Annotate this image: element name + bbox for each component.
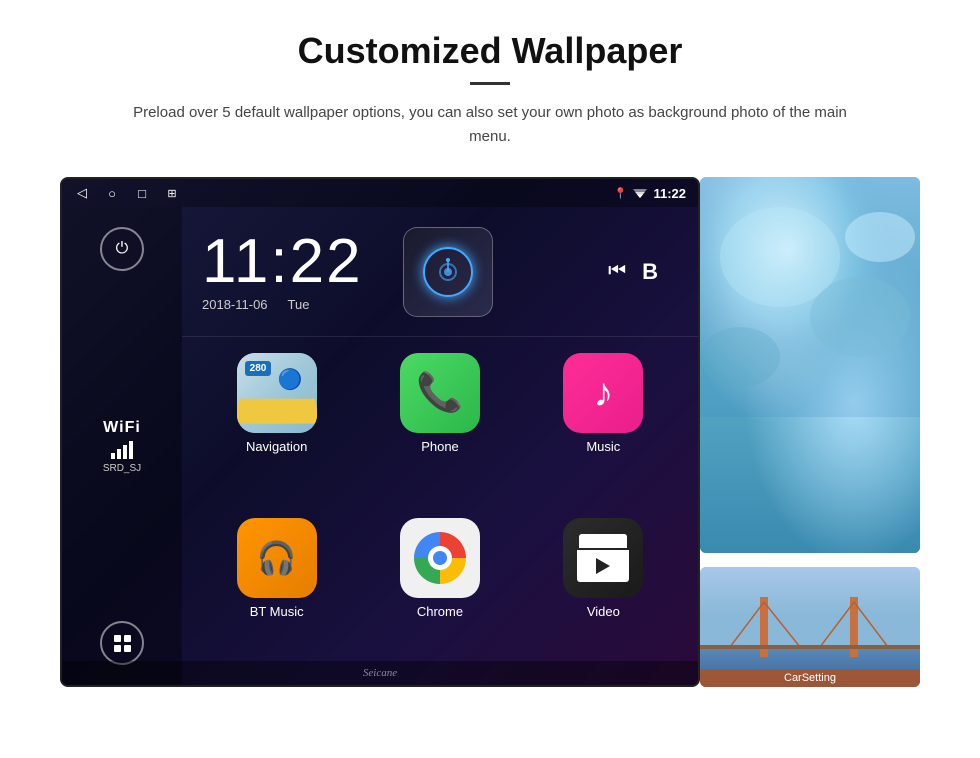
wallpaper-previews: CarSetting [700,177,920,687]
app-item-video[interactable]: Video [529,518,678,669]
bluetooth-icon: 🎧 [257,539,297,577]
location-icon: 📍 [614,187,628,200]
phone-icon: 📞 [416,371,463,415]
wifi-signal-icon [633,186,647,201]
wifi-widget: WiFi SRD_SJ [103,419,141,474]
play-triangle [596,558,610,574]
device-container: ◁ ○ □ ⊞ 📍 11:22 [60,177,920,687]
wifi-bar-4 [129,441,133,459]
gap-spacer [700,557,920,563]
power-button[interactable]: ⏻ [100,227,144,271]
screenshot-nav-icon[interactable]: ⊞ [164,185,180,201]
track-letter-b: B [642,259,658,285]
clock-time: 11:22 [202,231,363,293]
status-bar: ◁ ○ □ ⊞ 📍 11:22 [62,179,698,207]
apps-grid-button[interactable] [100,621,144,665]
clap-bottom [577,550,629,582]
chrome-center [428,546,452,570]
music-controls: ⏮ B [608,259,678,285]
page-description: Preload over 5 default wallpaper options… [130,101,850,149]
chrome-ring [414,532,466,584]
ice-cave-svg [700,177,920,417]
page-title: Customized Wallpaper [298,30,683,72]
navigation-app-icon: 280 🔵 [237,353,317,433]
chrome-app-icon [400,518,480,598]
apps-section: 280 🔵 Navigation 📞 Phone [182,337,698,685]
device-screen: ◁ ○ □ ⊞ 📍 11:22 [60,177,700,687]
apps-dot [114,645,121,652]
apps-dot [124,645,131,652]
status-bar-right: 📍 11:22 [614,186,686,201]
nav-badge: 280 [245,361,272,376]
chrome-inner [433,551,447,565]
status-bar-nav-icons: ◁ ○ □ ⊞ [74,185,180,201]
clap-stripe [619,534,627,548]
power-icon: ⏻ [116,240,129,258]
app-item-music[interactable]: ♪ Music [529,353,678,504]
center-area: 11:22 2018-11-06 Tue [182,207,698,685]
clock-date: 2018-11-06 Tue [202,297,363,312]
navigation-app-label: Navigation [246,439,307,454]
carsetting-label[interactable]: CarSetting [700,669,920,687]
nav-pin-icon: 🔵 [278,367,303,392]
page-container: Customized Wallpaper Preload over 5 defa… [0,0,980,758]
home-nav-icon[interactable]: ○ [104,185,120,201]
phone-app-label: Phone [421,439,459,454]
bottom-bar: Seicane [62,661,698,685]
watermark-text: Seicane [363,667,397,679]
recent-nav-icon[interactable]: □ [134,185,150,201]
signal-inner-icon [423,247,473,297]
status-time: 11:22 [653,186,686,201]
signal-app-icon[interactable] [403,227,493,317]
clap-stripe [611,534,619,548]
wallpaper-preview-bridge[interactable]: CarSetting [700,567,920,687]
wifi-bar-1 [111,453,115,459]
wifi-bar-3 [123,445,127,459]
wifi-ssid: SRD_SJ [103,463,141,474]
clock-date-value: 2018-11-06 [202,297,268,312]
left-sidebar: ⏻ WiFi SRD_SJ [62,207,182,685]
title-divider [470,82,510,85]
clap-stripe [603,534,611,548]
app-item-phone[interactable]: 📞 Phone [365,353,514,504]
music-app-icon: ♪ [563,353,643,433]
phone-app-icon: 📞 [400,353,480,433]
clock-section: 11:22 2018-11-06 Tue [182,207,698,337]
app-item-navigation[interactable]: 280 🔵 Navigation [202,353,351,504]
nav-road [237,399,317,424]
app-item-chrome[interactable]: Chrome [365,518,514,669]
clock-day-value: Tue [288,297,310,312]
prev-track-icon[interactable]: ⏮ [608,260,626,283]
btmusic-app-label: BT Music [250,604,304,619]
wifi-bars [111,441,133,459]
wifi-label: WiFi [103,419,141,437]
clap-top [579,534,627,548]
clock-info: 11:22 2018-11-06 Tue [202,231,363,312]
wifi-bar-2 [117,449,121,459]
video-app-label: Video [587,604,620,619]
music-app-label: Music [586,439,620,454]
apps-grid-icon [114,635,131,652]
btmusic-app-icon: 🎧 [237,518,317,598]
screen-main: ⏻ WiFi SRD_SJ [62,207,698,685]
clapperboard-icon [577,534,629,582]
chrome-app-label: Chrome [417,604,463,619]
wallpaper-preview-ice[interactable] [700,177,920,553]
clap-stripe [579,534,587,548]
apps-dot [114,635,121,642]
back-nav-icon[interactable]: ◁ [74,185,90,201]
clap-stripe [595,534,603,548]
video-app-icon [563,518,643,598]
clap-stripe [587,534,595,548]
apps-dot [124,635,131,642]
app-item-btmusic[interactable]: 🎧 BT Music [202,518,351,669]
music-note-icon: ♪ [593,371,613,416]
